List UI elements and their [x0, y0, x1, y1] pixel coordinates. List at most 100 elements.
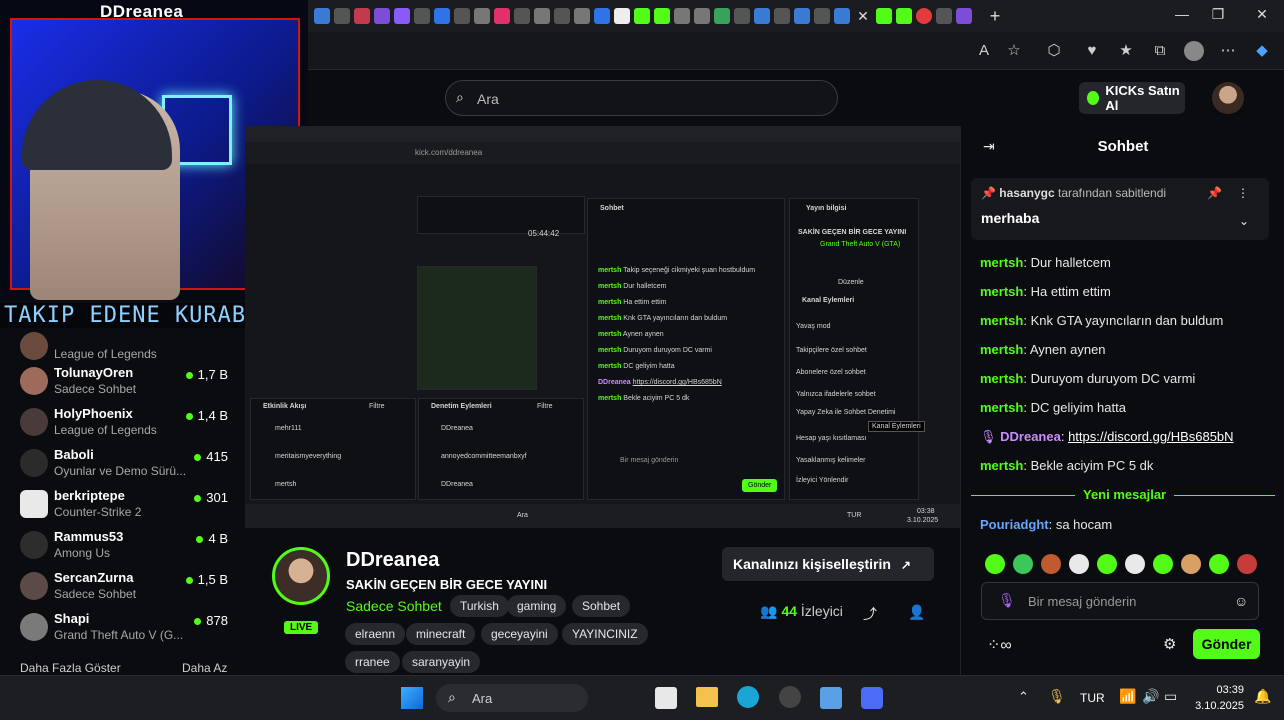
file-explorer-icon[interactable]	[696, 687, 718, 707]
tab-favicon[interactable]	[454, 8, 470, 24]
channel-item[interactable]: HolyPhoenix League of Legends 1,4 B	[20, 406, 240, 446]
mic-icon[interactable]: 🎙	[1048, 688, 1066, 705]
more-menu-icon[interactable]: ⋯	[1218, 41, 1238, 61]
tab-favicon[interactable]	[594, 8, 610, 24]
tag[interactable]: saranyayin	[402, 651, 481, 673]
emote-icon[interactable]	[1209, 554, 1229, 574]
share-icon[interactable]: ⤴	[863, 604, 877, 624]
emote-icon[interactable]	[1125, 554, 1145, 574]
tab-favicon[interactable]	[394, 8, 410, 24]
emote-icon[interactable]	[1013, 554, 1033, 574]
send-button[interactable]: Gönder	[1193, 629, 1260, 659]
new-tab-icon[interactable]: +	[984, 6, 1006, 27]
tab-favicon[interactable]	[956, 8, 972, 24]
tab-favicon[interactable]	[554, 8, 570, 24]
favorite-star-icon[interactable]: ☆	[1004, 41, 1024, 61]
show-more-link[interactable]: Daha Fazla Göster	[20, 661, 121, 675]
add-user-icon[interactable]: 👤	[908, 604, 925, 621]
tab-favicon[interactable]	[834, 8, 850, 24]
points-icon[interactable]: ⁘∞	[987, 635, 1012, 655]
chevron-up-icon[interactable]: ⌃	[1018, 689, 1029, 705]
settings-gear-icon[interactable]: ⚙	[1163, 635, 1176, 653]
tab-favicon[interactable]	[936, 8, 952, 24]
customize-channel-button[interactable]: Kanalınızı kişiselleştirin ↗	[722, 547, 934, 581]
tab-favicon[interactable]	[474, 8, 490, 24]
tab-favicon[interactable]	[654, 8, 670, 24]
emote-icon[interactable]	[1181, 554, 1201, 574]
read-aloud-icon[interactable]: A	[974, 41, 994, 61]
kicks-buy-button[interactable]: KICKs Satın Al	[1079, 82, 1185, 114]
tag[interactable]: rraneе	[345, 651, 400, 673]
tag[interactable]: YAYINCINIZ	[562, 623, 648, 645]
tab-favicon[interactable]	[614, 8, 630, 24]
channel-item[interactable]: Rammus53 Among Us 4 B	[20, 529, 240, 569]
input-language[interactable]: TUR	[1080, 691, 1105, 705]
user-avatar[interactable]	[1212, 82, 1244, 114]
wifi-icon[interactable]: 📶	[1119, 688, 1136, 705]
channel-item[interactable]: Baboli Oyunlar ve Demo Sürü... 415	[20, 447, 240, 487]
emote-icon[interactable]	[985, 554, 1005, 574]
tag[interactable]: Sohbet	[572, 595, 631, 617]
close-tab-icon[interactable]: ✕	[854, 8, 872, 25]
search-input[interactable]: ⌕ Ara	[445, 80, 838, 116]
edge-browser-icon[interactable]	[737, 686, 759, 708]
channel-item[interactable]: League of Legends	[20, 330, 240, 370]
tag[interactable]: geceyayini	[481, 623, 558, 645]
profile-icon[interactable]	[1184, 41, 1204, 61]
tab-favicon[interactable]	[794, 8, 810, 24]
notifications-icon[interactable]: 🔔	[1254, 688, 1271, 705]
performance-icon[interactable]: ♥	[1082, 41, 1102, 61]
tab-favicon[interactable]	[916, 8, 932, 24]
tab-favicon[interactable]	[354, 8, 370, 24]
tag[interactable]: minecraft	[406, 623, 476, 645]
tab-favicon[interactable]	[896, 8, 912, 24]
emote-icon[interactable]	[1237, 554, 1257, 574]
stream-category[interactable]: Sadece Sohbet	[346, 598, 442, 614]
battery-icon[interactable]: ▭	[1164, 688, 1177, 705]
emote-icon[interactable]	[1097, 554, 1117, 574]
video-player[interactable]: kick.com/ddreanea 05:44:42 Sohbet mertsh…	[245, 126, 960, 528]
show-less-link[interactable]: Daha Az	[182, 661, 227, 675]
volume-icon[interactable]: 🔊	[1142, 688, 1159, 705]
tab-favicon[interactable]	[434, 8, 450, 24]
favorites-icon[interactable]: ★	[1116, 41, 1136, 61]
tab-favicon[interactable]	[314, 8, 330, 24]
tab-favicon[interactable]	[374, 8, 390, 24]
clock-time[interactable]: 03:39	[1196, 684, 1244, 696]
tab-favicon[interactable]	[734, 8, 750, 24]
close-window-icon[interactable]: ✕	[1250, 6, 1274, 26]
tag[interactable]: gaming	[507, 595, 567, 617]
tab-favicon[interactable]	[694, 8, 710, 24]
channel-item[interactable]: berkriptepe Counter-Strike 2 301	[20, 488, 240, 528]
tab-favicon[interactable]	[534, 8, 550, 24]
pin-icon[interactable]: 📌	[1207, 186, 1222, 200]
tab-favicon[interactable]	[494, 8, 510, 24]
tab-favicon[interactable]	[774, 8, 790, 24]
tab-favicon[interactable]	[674, 8, 690, 24]
emote-icon[interactable]	[1153, 554, 1173, 574]
tab-favicon[interactable]	[334, 8, 350, 24]
extensions-icon[interactable]: ⬡	[1044, 41, 1064, 61]
windows-start-icon[interactable]	[401, 687, 423, 709]
chat-input[interactable]: 🎙 Bir mesaj gönderin ☺	[981, 582, 1259, 620]
streamer-avatar[interactable]	[272, 547, 330, 605]
clock-date[interactable]: 3.10.2025	[1186, 700, 1244, 712]
tag[interactable]: elraenn	[345, 623, 406, 645]
minimize-icon[interactable]: —	[1170, 6, 1194, 26]
new-messages-divider[interactable]: Yeni mesajlar	[971, 486, 1275, 504]
tab-favicon[interactable]	[714, 8, 730, 24]
app-icon[interactable]	[779, 686, 801, 708]
emote-icon[interactable]	[1041, 554, 1061, 574]
pinned-message[interactable]: 📌 hasanygc tarafından sabitlendi merhaba…	[971, 178, 1269, 240]
emoji-icon[interactable]: ☺	[1234, 593, 1248, 609]
tab-favicon[interactable]	[876, 8, 892, 24]
channel-item[interactable]: SercanZurna Sadece Sohbet 1,5 B	[20, 570, 240, 610]
chevron-down-icon[interactable]: ⌄	[1239, 214, 1249, 228]
discord-link[interactable]: https://discord.gg/HBs685bN	[1068, 429, 1233, 444]
channel-item[interactable]: TolunayOren Sadece Sohbet 1,7 B	[20, 365, 240, 405]
task-view-icon[interactable]	[655, 687, 677, 709]
maximize-icon[interactable]: ❐	[1206, 6, 1230, 26]
app-icon[interactable]	[861, 687, 883, 709]
channel-item[interactable]: Shapi Grand Theft Auto V (G... 878	[20, 611, 240, 651]
app-icon[interactable]	[820, 687, 842, 709]
